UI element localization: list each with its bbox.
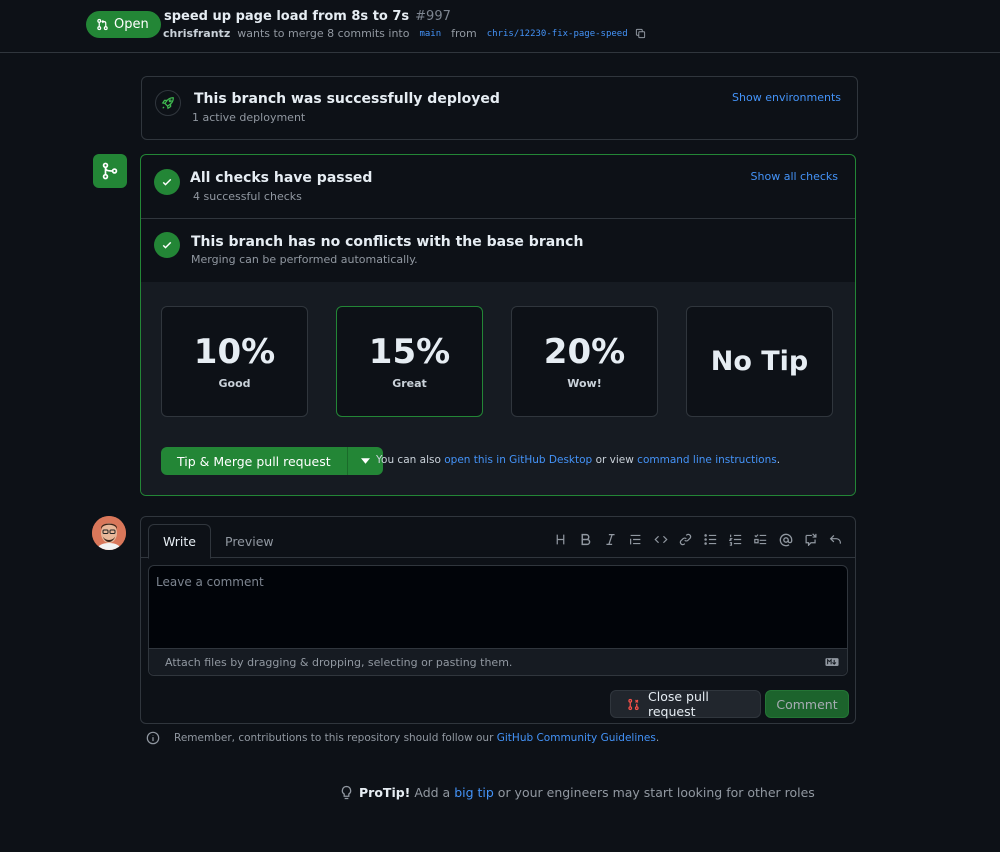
protip-text-after: or your engineers may start looking for … [497,785,815,800]
mention-icon[interactable] [778,532,793,547]
tip-label: Wow! [567,377,602,390]
ordered-list-icon[interactable] [728,532,743,547]
heading-icon[interactable] [553,532,568,547]
conflicts-section: This branch has no conflicts with the ba… [141,219,855,283]
comment-editor: Attach files by dragging & dropping, sel… [148,565,848,676]
link-icon[interactable] [678,532,693,547]
rocket-icon [155,90,181,116]
close-pull-request-button[interactable]: Close pull request [610,689,761,719]
task-list-icon[interactable] [753,532,768,547]
pr-merge-text: wants to merge 8 commits into [237,27,410,40]
checks-subtitle: 4 successful checks [193,190,302,203]
tip-label: Great [392,377,427,390]
pr-title-text: speed up page load from 8s to 7s [164,9,410,24]
bold-icon[interactable] [578,532,593,547]
tip-option-10[interactable]: 10% Good [161,306,308,417]
tip-merge-button[interactable]: Tip & Merge pull request [161,447,348,475]
light-bulb-icon [340,785,353,800]
quote-icon[interactable] [628,532,643,547]
checks-title: All checks have passed [190,170,373,186]
merge-button-group: Tip & Merge pull request [161,447,383,475]
base-branch[interactable]: main [416,28,444,40]
or-view-text: or view [595,454,634,466]
tip-option-20[interactable]: 20% Wow! [511,306,658,417]
merge-box: All checks have passed 4 successful chec… [140,154,856,496]
check-icon [154,169,180,195]
markdown-toolbar [553,532,843,547]
pr-state-badge: Open [86,11,161,38]
unordered-list-icon[interactable] [703,532,718,547]
tip-value: 20% [543,332,626,372]
git-merge-icon [93,154,127,188]
comment-box: Write Preview Attach files by dragging &… [140,516,856,724]
also-prefix: You can also [376,454,441,466]
avatar[interactable] [92,516,126,550]
attach-files-text: Attach files by dragging & dropping, sel… [165,656,513,669]
reply-icon[interactable] [828,532,843,547]
comment-button[interactable]: Comment [765,690,849,718]
close-button-label: Close pull request [648,689,709,719]
comment-textarea[interactable] [149,566,847,650]
tip-section: 10% Good 15% Great 20% Wow! No Tip Tip &… [141,282,855,495]
info-icon [146,731,160,745]
pr-number: #997 [415,9,451,24]
deployment-subtitle: 1 active deployment [192,111,306,124]
cross-reference-icon[interactable] [803,532,818,547]
markdown-icon[interactable] [825,657,839,667]
tab-preview[interactable]: Preview [211,524,288,558]
merge-alternatives: You can also open this in GitHub Desktop… [376,454,780,466]
community-guidelines-note: Remember, contributions to this reposito… [146,731,659,745]
conflicts-title: This branch has no conflicts with the ba… [191,234,584,250]
deployment-box: This branch was successfully deployed 1 … [141,76,858,140]
pr-header: Open speed up page load from 8s to 7s #99… [0,0,1000,53]
checks-section: All checks have passed 4 successful chec… [141,155,855,219]
triangle-down-icon [360,458,370,464]
pr-meta: chrisfrantz wants to merge 8 commits int… [163,27,646,40]
pr-title: speed up page load from 8s to 7s #997 [164,9,451,24]
pr-from-text: from [451,27,477,40]
attach-files-bar[interactable]: Attach files by dragging & dropping, sel… [149,648,847,675]
conflicts-subtitle: Merging can be performed automatically. [191,253,418,266]
protip: ProTip! Add a big tip or your engineers … [340,785,815,800]
deployment-title: This branch was successfully deployed [194,91,500,107]
code-icon[interactable] [653,532,668,547]
pr-state-label: Open [114,17,149,32]
head-branch[interactable]: chris/12230-fix-page-speed [484,28,631,40]
check-icon [154,232,180,258]
git-pull-request-icon [96,18,109,31]
guidelines-period: . [655,732,660,744]
tip-label: Good [218,377,251,390]
pr-author[interactable]: chrisfrantz [163,27,230,40]
show-all-checks-link[interactable]: Show all checks [751,170,838,183]
tip-option-15[interactable]: 15% Great [336,306,483,417]
comment-tabs: Write Preview [141,517,855,559]
protip-label: ProTip! [359,785,411,800]
italic-icon[interactable] [603,532,618,547]
tip-option-none[interactable]: No Tip [686,306,833,417]
big-tip-link[interactable]: big tip [454,785,494,800]
command-line-link[interactable]: command line instructions [637,454,777,466]
git-pull-request-closed-icon [627,698,640,711]
tip-value: 15% [368,332,451,372]
show-environments-link[interactable]: Show environments [732,91,841,104]
tip-value: 10% [193,332,276,372]
protip-text-before: Add a [414,785,451,800]
guidelines-text: Remember, contributions to this reposito… [174,732,494,744]
community-guidelines-link[interactable]: GitHub Community Guidelines [497,732,656,744]
copy-icon[interactable] [635,28,646,39]
merge-period: . [776,454,781,466]
github-desktop-link[interactable]: open this in GitHub Desktop [444,454,592,466]
tab-write[interactable]: Write [148,524,212,559]
tip-value: No Tip [710,346,809,377]
